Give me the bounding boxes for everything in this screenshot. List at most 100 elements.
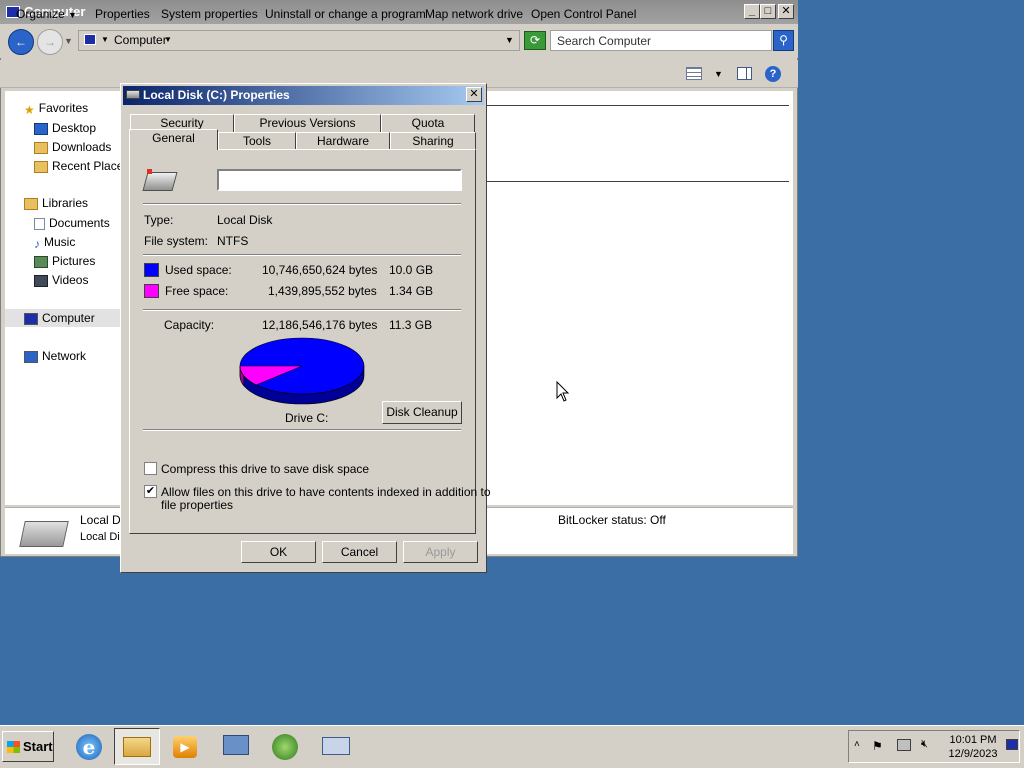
drive-caption: Drive C: [285,411,329,425]
explorer-icon[interactable] [114,728,160,765]
help-icon[interactable]: ? [765,66,781,82]
filesystem-value: NTFS [217,234,249,248]
pictures-icon [34,255,48,268]
details-type: Local Dis [80,531,126,543]
disk-cleanup-button[interactable]: Disk Cleanup [382,401,462,424]
nav-label: Downloads [52,140,112,154]
drive-label-input[interactable] [217,169,462,191]
search-input[interactable]: Search Computer [550,30,772,51]
properties-button[interactable]: Properties [95,7,150,21]
address-text[interactable]: Computer [114,33,167,47]
type-value: Local Disk [217,213,273,227]
tab-quota[interactable]: Quota [381,114,475,132]
capacity-bytes: 12,186,546,176 bytes [262,318,378,332]
libraries-icon [24,197,38,210]
nav-music[interactable]: ♪ Music [34,235,75,251]
maximize-button[interactable]: □ [760,4,776,19]
content-pane [486,91,793,505]
index-label-line1[interactable]: Allow files on this drive to have conten… [161,485,491,499]
view-options-icon[interactable] [686,67,702,80]
clock[interactable]: 10:01 PM 12/9/2023 [944,733,1002,761]
map-network-drive-button[interactable]: Map network drive [425,7,523,21]
nav-documents[interactable]: Documents [34,216,110,230]
start-button[interactable]: Start [2,731,54,762]
mouse-cursor-icon [556,381,570,402]
nav-libraries[interactable]: Libraries [24,196,88,210]
keyboard-icon[interactable] [312,728,358,765]
forward-button[interactable]: → [37,29,63,55]
volume-muted-icon[interactable]: 🔇︎ [921,738,928,751]
back-button[interactable]: ← [8,29,34,55]
nav-desktop[interactable]: Desktop [34,121,96,135]
nav-network[interactable]: Network [24,349,86,363]
compress-checkbox[interactable] [144,462,157,475]
used-space-gb: 10.0 GB [389,263,434,277]
star-icon: ★ [24,102,35,117]
group-divider [486,181,789,182]
media-player-icon[interactable]: ▶ [162,728,208,765]
free-space-swatch [144,284,159,298]
cancel-button[interactable]: Cancel [322,541,397,563]
used-space-label: Used space: [165,263,232,277]
search-icon[interactable]: ⚲ [773,30,794,51]
drive-large-icon [142,172,178,191]
nav-recent-places[interactable]: Recent Places [34,159,129,173]
nav-pictures[interactable]: Pictures [34,254,95,268]
history-dropdown-icon[interactable]: ▼ [64,36,73,46]
show-desktop-icon[interactable] [1006,739,1018,750]
network-tray-icon[interactable] [897,739,911,751]
dialog-close-button[interactable]: ✕ [466,87,482,102]
organize-button[interactable]: Organize ▼ [16,7,77,21]
minimize-button[interactable]: _ [744,4,760,19]
show-hidden-icons-icon[interactable]: ˄ [854,739,860,750]
view-dropdown-icon[interactable]: ▼ [714,69,723,79]
open-control-panel-button[interactable]: Open Control Panel [531,7,636,21]
nav-videos[interactable]: Videos [34,273,88,287]
nav-label: Documents [49,216,110,230]
nav-downloads[interactable]: Downloads [34,140,111,154]
disk-usage-pie [239,337,365,405]
nav-computer[interactable]: Computer [24,311,95,325]
system-properties-button[interactable]: System properties [161,7,258,21]
address-dropdown-icon[interactable]: ▼ [505,35,514,45]
tab-previous-versions[interactable]: Previous Versions [234,114,381,132]
breadcrumb-chevron-icon[interactable]: ▼ [101,35,109,44]
type-label: Type: [144,213,174,227]
action-center-flag-icon[interactable]: ⚑ [872,739,883,753]
windows-orb-shape [272,734,298,760]
apply-button[interactable]: Apply [403,541,478,563]
compress-label[interactable]: Compress this drive to save disk space [161,462,369,476]
index-label-line2[interactable]: file properties [161,498,233,512]
tab-general[interactable]: General [129,129,218,150]
tab-hardware[interactable]: Hardware [296,132,390,150]
refresh-icon[interactable]: ⟳ [524,31,546,50]
nav-favorites[interactable]: ★ Favorites [24,101,89,117]
server-manager-icon[interactable] [212,728,258,765]
windows-logo-icon [147,169,152,174]
close-button[interactable]: ✕ [778,4,794,19]
group-divider [486,105,789,106]
active-tab-joiner [130,148,217,151]
index-checkbox[interactable]: ✔ [144,485,157,498]
desktop-icon [34,122,48,135]
nav-label: Videos [52,273,89,287]
uninstall-program-button[interactable]: Uninstall or change a program [265,7,426,21]
tab-sharing[interactable]: Sharing [390,132,476,150]
nav-label: Network [42,349,87,363]
free-space-gb: 1.34 GB [389,284,434,298]
computer-icon [24,312,38,325]
filesystem-label: File system: [144,234,209,248]
separator [143,429,461,431]
folder-shape [123,737,151,757]
windows-icon[interactable] [262,728,308,765]
nav-label: Favorites [38,101,89,115]
ie-icon[interactable]: e [66,728,112,765]
drive-small-icon [126,90,140,99]
preview-pane-icon[interactable] [737,67,752,80]
network-icon [24,350,38,363]
windows-flag-icon [7,741,20,753]
breadcrumb-chevron-icon[interactable]: ▼ [164,35,172,44]
details-name: Local D [80,513,121,527]
tab-tools[interactable]: Tools [218,132,296,150]
ok-button[interactable]: OK [241,541,316,563]
